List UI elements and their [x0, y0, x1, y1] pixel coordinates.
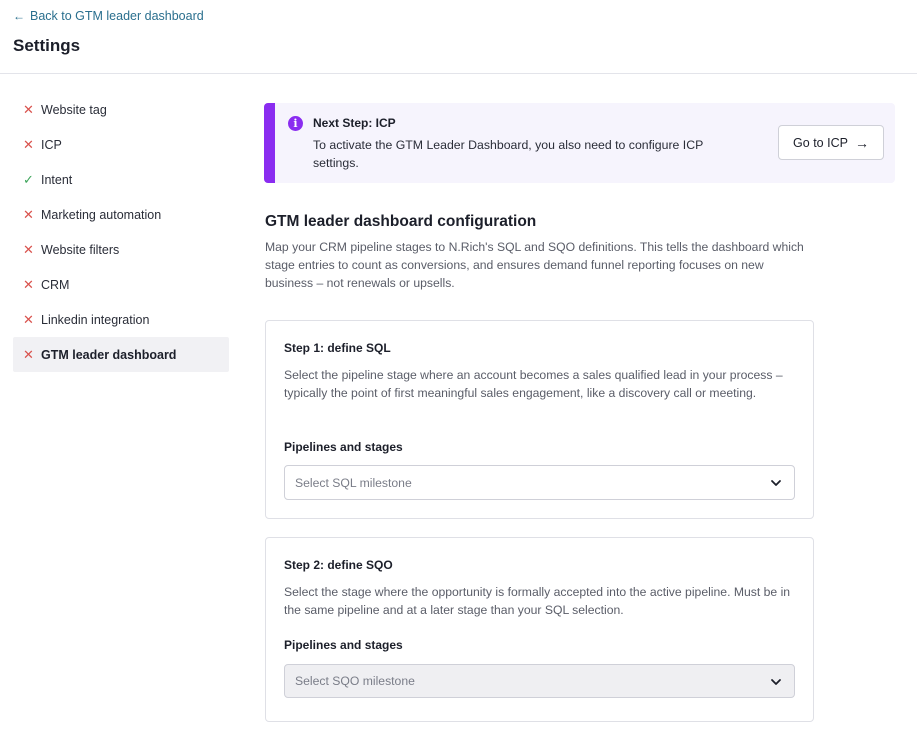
sidebar-item-website-filters[interactable]: ✕ Website filters [13, 232, 229, 267]
back-link[interactable]: ← Back to GTM leader dashboard [13, 9, 204, 23]
info-icon: i [288, 116, 303, 131]
go-to-icp-button[interactable]: Go to ICP → [778, 125, 884, 160]
step1-card: Step 1: define SQL Select the pipeline s… [265, 320, 814, 519]
step2-description: Select the stage where the opportunity i… [284, 585, 791, 617]
close-icon: ✕ [23, 311, 34, 327]
check-icon: ✓ [23, 171, 34, 187]
sidebar-item-label: Intent [41, 172, 73, 187]
sidebar-item-crm[interactable]: ✕ CRM [13, 267, 229, 302]
sidebar-item-intent[interactable]: ✓ Intent [13, 162, 229, 197]
sidebar-item-label: ICP [41, 137, 62, 152]
step2-title: Step 2: define SQO [284, 558, 393, 572]
next-step-banner: i Next Step: ICP To activate the GTM Lea… [264, 103, 895, 183]
sidebar-item-label: GTM leader dashboard [41, 347, 177, 362]
sidebar-item-label: Website filters [41, 242, 120, 257]
step1-description: Select the pipeline stage where an accou… [284, 368, 783, 400]
arrow-right-icon: → [854, 134, 869, 151]
page-header: ← Back to GTM leader dashboard Settings [0, 0, 917, 74]
step2-card: Step 2: define SQO Select the stage wher… [265, 537, 814, 722]
sql-select-placeholder: Select SQL milestone [295, 475, 412, 490]
back-link-label: Back to GTM leader dashboard [30, 9, 204, 23]
close-icon: ✕ [23, 206, 34, 222]
sidebar-item-icp[interactable]: ✕ ICP [13, 127, 229, 162]
close-icon: ✕ [23, 241, 34, 257]
sidebar-item-label: Marketing automation [41, 207, 162, 222]
close-icon: ✕ [23, 346, 34, 362]
go-to-icp-label: Go to ICP [793, 135, 848, 150]
close-icon: ✕ [23, 276, 34, 292]
sidebar-item-label: CRM [41, 277, 70, 292]
step2-field-label: Pipelines and stages [284, 638, 403, 652]
sidebar-item-gtm-leader-dashboard[interactable]: ✕ GTM leader dashboard [13, 337, 229, 372]
close-icon: ✕ [23, 101, 34, 117]
banner-title: Next Step: ICP [313, 116, 396, 130]
step1-field-label: Pipelines and stages [284, 440, 403, 454]
section-description: Map your CRM pipeline stages to N.Rich's… [265, 240, 804, 290]
banner-text: To activate the GTM Leader Dashboard, yo… [313, 138, 704, 170]
section-title: GTM leader dashboard configuration [265, 213, 537, 230]
sidebar-item-linkedin-integration[interactable]: ✕ Linkedin integration [13, 302, 229, 337]
chevron-down-icon [771, 480, 781, 486]
sql-milestone-select[interactable]: Select SQL milestone [284, 465, 795, 500]
sidebar-item-marketing-automation[interactable]: ✕ Marketing automation [13, 197, 229, 232]
arrow-left-icon: ← [13, 9, 25, 23]
sqo-milestone-select[interactable]: Select SQO milestone [284, 664, 795, 698]
step1-title: Step 1: define SQL [284, 341, 391, 355]
sqo-select-placeholder: Select SQO milestone [295, 674, 415, 688]
sidebar-item-label: Website tag [41, 102, 107, 117]
chevron-down-icon [771, 679, 781, 685]
settings-sidebar: ✕ Website tag ✕ ICP ✓ Intent ✕ Marketing… [13, 92, 229, 372]
sidebar-item-website-tag[interactable]: ✕ Website tag [13, 92, 229, 127]
sidebar-item-label: Linkedin integration [41, 312, 150, 327]
close-icon: ✕ [23, 136, 34, 152]
page-title: Settings [13, 36, 81, 55]
